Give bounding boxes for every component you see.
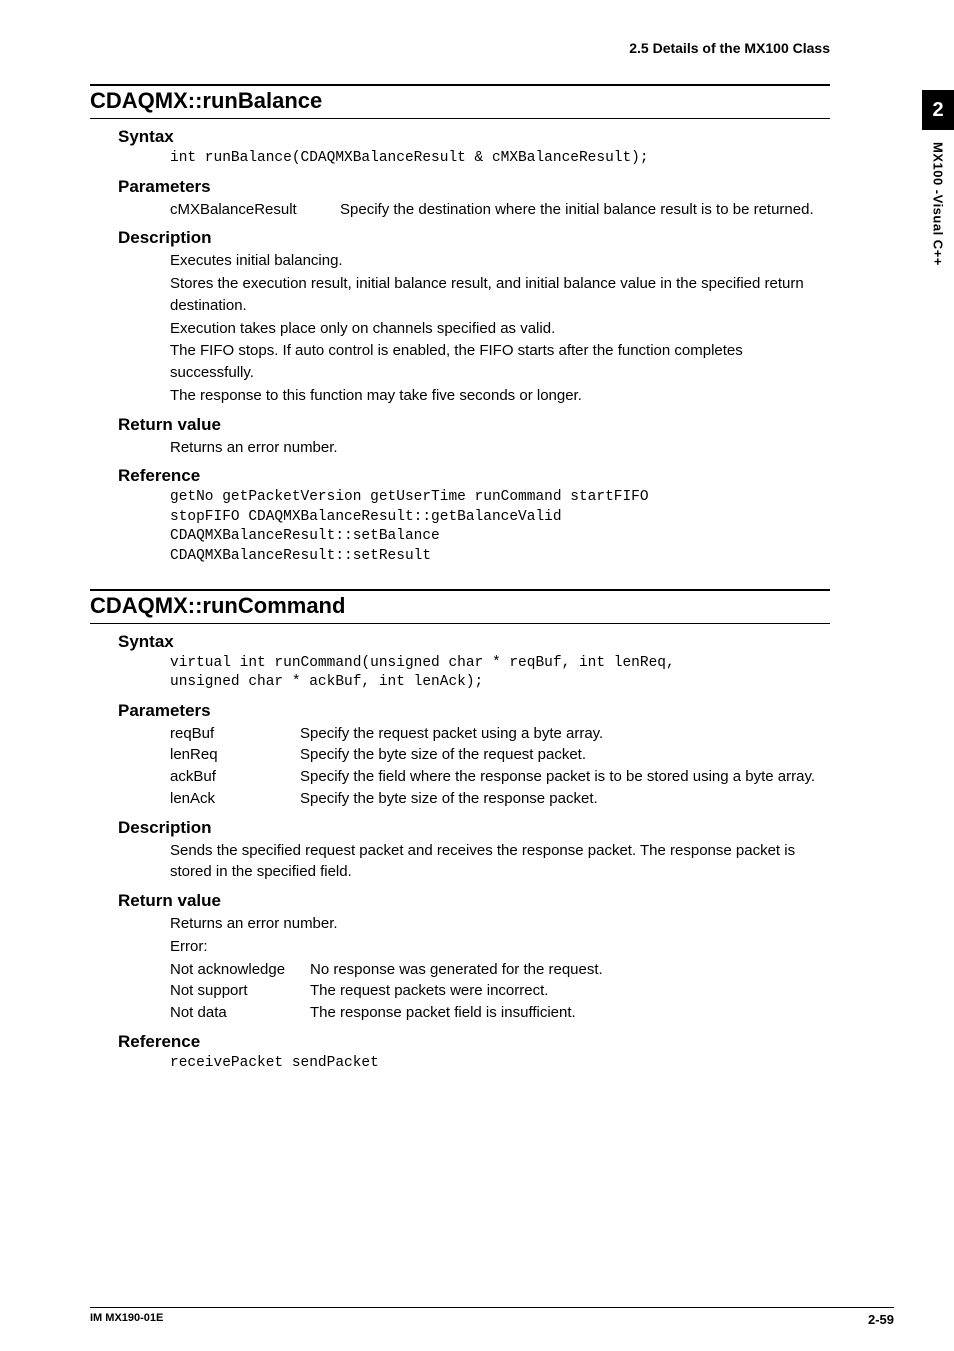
error-row: Not acknowledge No response was generate… xyxy=(170,959,830,981)
footer-page-number: 2-59 xyxy=(868,1312,894,1327)
error-name: Not acknowledge xyxy=(170,959,310,981)
error-name: Not data xyxy=(170,1002,310,1024)
return-heading: Return value xyxy=(118,891,830,911)
section-title-runbalance: CDAQMX::runBalance xyxy=(90,86,830,116)
parameter-row: cMXBalanceResult Specify the destination… xyxy=(170,199,830,221)
parameter-desc: Specify the request packet using a byte … xyxy=(300,723,830,745)
return-heading: Return value xyxy=(118,415,830,435)
section-title-runcommand: CDAQMX::runCommand xyxy=(90,591,830,621)
parameters-heading: Parameters xyxy=(118,701,830,721)
divider xyxy=(90,118,830,119)
parameter-name: reqBuf xyxy=(170,723,300,745)
parameter-name: cMXBalanceResult xyxy=(170,199,340,221)
error-desc: The request packets were incorrect. xyxy=(310,980,830,1002)
description-line: The FIFO stops. If auto control is enabl… xyxy=(170,340,830,384)
error-name: Not support xyxy=(170,980,310,1002)
parameter-desc: Specify the byte size of the request pac… xyxy=(300,744,830,766)
syntax-heading: Syntax xyxy=(118,127,830,147)
description-line: Execution takes place only on channels s… xyxy=(170,318,830,340)
description-line: Stores the execution result, initial bal… xyxy=(170,273,830,317)
reference-code: getNo getPacketVersion getUserTime runCo… xyxy=(170,488,830,566)
divider xyxy=(90,623,830,624)
side-tab: 2 MX100 -Visual C++ xyxy=(922,90,954,266)
reference-code: receivePacket sendPacket xyxy=(170,1054,830,1074)
parameter-desc: Specify the byte size of the response pa… xyxy=(300,788,830,810)
chapter-number-badge: 2 xyxy=(922,90,954,130)
description-line: Sends the specified request packet and r… xyxy=(170,840,830,884)
parameter-name: lenAck xyxy=(170,788,300,810)
description-line: The response to this function may take f… xyxy=(170,385,830,407)
syntax-code: virtual int runCommand(unsigned char * r… xyxy=(170,654,830,693)
footer-doc-id: IM MX190-01E xyxy=(90,1312,163,1327)
page-footer: IM MX190-01E 2-59 xyxy=(90,1307,894,1327)
description-line: Executes initial balancing. xyxy=(170,250,830,272)
error-row: Not data The response packet field is in… xyxy=(170,1002,830,1024)
error-desc: No response was generated for the reques… xyxy=(310,959,830,981)
reference-heading: Reference xyxy=(118,466,830,486)
page-content: 2.5 Details of the MX100 Class CDAQMX::r… xyxy=(0,0,890,1104)
parameter-desc: Specify the destination where the initia… xyxy=(340,199,830,221)
error-row: Not support The request packets were inc… xyxy=(170,980,830,1002)
description-heading: Description xyxy=(118,228,830,248)
parameter-row: ackBuf Specify the field where the respo… xyxy=(170,766,830,788)
running-header: 2.5 Details of the MX100 Class xyxy=(90,40,830,62)
parameters-heading: Parameters xyxy=(118,177,830,197)
chapter-label: MX100 -Visual C++ xyxy=(931,130,946,266)
parameter-row: reqBuf Specify the request packet using … xyxy=(170,723,830,745)
error-label: Error: xyxy=(170,936,830,958)
return-text: Returns an error number. xyxy=(170,437,830,459)
syntax-heading: Syntax xyxy=(118,632,830,652)
syntax-code: int runBalance(CDAQMXBalanceResult & cMX… xyxy=(170,149,830,169)
reference-heading: Reference xyxy=(118,1032,830,1052)
parameter-row: lenReq Specify the byte size of the requ… xyxy=(170,744,830,766)
parameter-row: lenAck Specify the byte size of the resp… xyxy=(170,788,830,810)
return-text: Returns an error number. xyxy=(170,913,830,935)
parameter-desc: Specify the field where the response pac… xyxy=(300,766,830,788)
parameter-name: ackBuf xyxy=(170,766,300,788)
parameter-name: lenReq xyxy=(170,744,300,766)
description-heading: Description xyxy=(118,818,830,838)
error-desc: The response packet field is insufficien… xyxy=(310,1002,830,1024)
